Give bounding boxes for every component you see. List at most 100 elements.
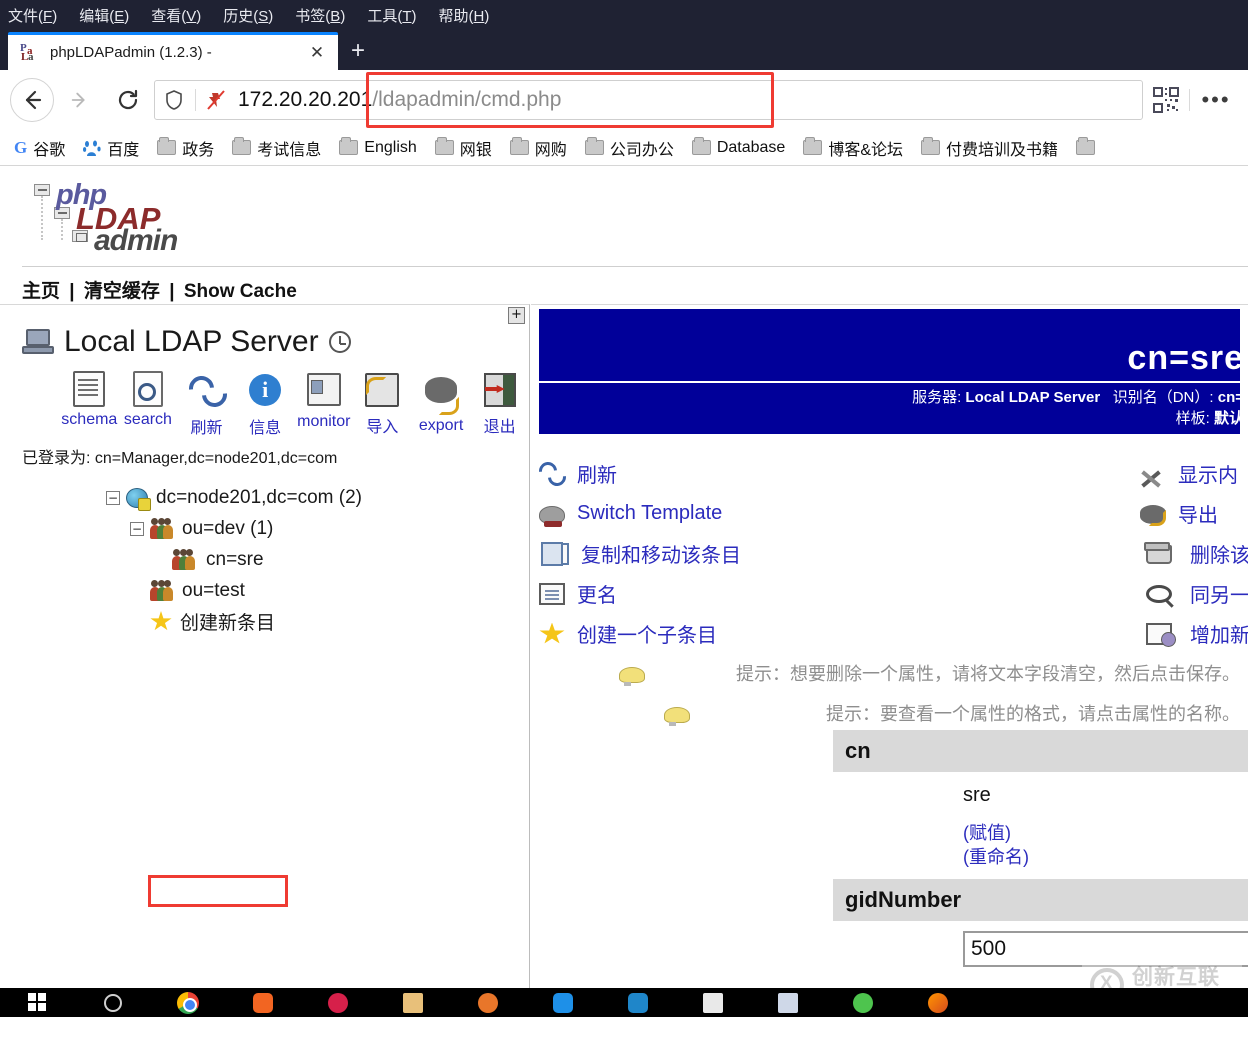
taskbar-teal-app[interactable] [600,988,675,1017]
tree-node-cn-sre[interactable]: cn=sre [0,544,529,575]
taskbar-opera[interactable] [300,988,375,1017]
address-bar-wrapper: 172.20.20.201/ldapadmin/cmd.php [154,72,1143,128]
attributes-list: cn sre (赋值) (重命名) gidNumber [833,730,1248,967]
expand-panel-button[interactable]: + [508,307,525,324]
bookmark-zhengwu[interactable]: 政务 [151,134,220,162]
bookmark-google[interactable]: G 谷歌 [8,134,71,162]
folder-icon [402,992,423,1013]
bookmark-label: 百度 [107,141,140,159]
new-tab-button[interactable]: + [338,32,378,70]
toolbar-label: 导入 [366,419,399,436]
toolbar-schema[interactable]: schema [60,371,119,438]
bookmark-gongsibangong[interactable]: 公司办公 [579,134,680,162]
folder-icon [157,137,177,155]
action-refresh[interactable]: 刷新 [539,453,1240,493]
back-button[interactable] [10,78,54,122]
attribute-name[interactable]: cn [833,730,1248,772]
attribute-name[interactable]: gidNumber [833,879,1248,921]
shield-icon[interactable] [165,90,185,110]
collapse-toggle-icon[interactable]: − [130,521,144,536]
more-menu-button[interactable]: ••• [1194,87,1238,113]
nav-home[interactable]: 主页 [22,281,60,302]
collapse-toggle-icon[interactable]: − [106,490,120,505]
toolbar-import[interactable]: 导入 [353,371,412,438]
taskbar-file-explorer[interactable] [375,988,450,1017]
bookmark-wangyin[interactable]: 网银 [429,134,498,162]
action-copy-move-entry[interactable]: 复制和移动该条目 [539,533,1240,573]
reload-button[interactable] [106,78,150,122]
action-rename[interactable]: 更名 [539,573,1240,613]
taskbar-orange-app[interactable] [225,988,300,1017]
firefox-icon [927,992,948,1013]
taskbar-chrome[interactable] [150,988,225,1017]
attribute-link-rename[interactable]: (重命名) [963,845,1248,869]
bookmark-database[interactable]: Database [686,137,792,159]
toolbar-info[interactable]: i 信息 [236,371,295,438]
action-label: 显示内 [1178,464,1238,487]
bookmark-english[interactable]: English [333,137,422,159]
action-label: 复制和移动该条目 [581,544,741,567]
toolbar-search[interactable]: search [119,371,178,438]
browser-menu-bar: 文件(F) 编辑(E) 查看(V) 历史(S) 书签(B) 工具(T) 帮助(H… [0,0,1248,30]
action-create-child-entry[interactable]: 创建一个子条目 [539,613,1240,653]
menu-bookmarks[interactable]: 书签(B) [295,5,345,26]
action-show-internal-attributes[interactable]: 显示内 [1140,453,1248,493]
toolbar-export[interactable]: export [412,371,471,438]
start-button[interactable] [0,988,75,1017]
qr-code-icon[interactable] [1147,87,1185,113]
tree-node-root[interactable]: − dc=node201,dc=com (2) [0,482,529,513]
clock-icon[interactable] [328,331,351,353]
template-value: 默认 [1213,410,1244,427]
taskbar-wechat[interactable] [825,988,900,1017]
tree-node-ou-dev[interactable]: − ou=dev (1) [0,513,529,544]
permissions-blocked-icon[interactable] [206,89,228,111]
template-icon [539,506,565,527]
action-delete-entry[interactable]: 删除该 [1140,533,1248,573]
action-export[interactable]: 导出 [1140,493,1248,533]
toolbar-logout[interactable]: 退出 [470,371,529,438]
forward-button[interactable] [58,78,102,122]
folder-icon [509,137,529,155]
taskbar-blue-app[interactable] [525,988,600,1017]
action-add-new-attribute[interactable]: 增加新 [1140,613,1248,653]
bookmark-overflow[interactable] [1070,137,1101,157]
tools-icon [1140,463,1166,485]
tab-phpldapadmin[interactable]: PaLa phpLDAPadmin (1.2.3) - ✕ [8,32,338,70]
action-compare-with-another[interactable]: 同另一 [1140,573,1248,613]
taskbar-remote-desktop[interactable] [750,988,825,1017]
folder-icon [691,137,711,155]
divider [1189,89,1190,111]
bookmark-fufeipeixun[interactable]: 付费培训及书籍 [915,134,1064,162]
monitor-icon [306,373,341,406]
toolbar-refresh[interactable]: 刷新 [177,371,236,438]
phpldapadmin-logo: php LDAP admin [22,179,182,257]
tree-node-label: ou=test [182,579,245,601]
action-switch-template[interactable]: Switch Template [539,493,1240,533]
tab-title: phpLDAPadmin (1.2.3) - [50,44,212,61]
menu-help[interactable]: 帮助(H) [439,5,490,26]
users-icon [150,518,174,539]
menu-view[interactable]: 查看(V) [151,5,201,26]
menu-tools[interactable]: 工具(T) [367,5,416,26]
taskbar-search[interactable] [75,988,150,1017]
tree-node-ou-test[interactable]: ou=test [0,575,529,606]
taskbar-firefox[interactable] [900,988,975,1017]
nav-purge-cache[interactable]: 清空缓存 [84,281,160,302]
address-bar[interactable]: 172.20.20.201/ldapadmin/cmd.php [154,80,1143,120]
attribute-link-assign[interactable]: (赋值) [963,821,1248,845]
menu-edit[interactable]: 编辑(E) [79,5,129,26]
tree-node-create-new-entry[interactable]: 创建新条目 [0,606,529,637]
firefox-alt-icon [477,992,498,1013]
nav-show-cache[interactable]: Show Cache [184,281,297,302]
toolbar-monitor[interactable]: monitor [295,371,354,438]
taskbar-notepad[interactable] [675,988,750,1017]
bookmark-wanggou[interactable]: 网购 [504,134,573,162]
bookmark-boke-luntan[interactable]: 博客&论坛 [797,134,909,162]
toolbar-label: search [123,411,172,428]
menu-file[interactable]: 文件(F) [8,5,57,26]
taskbar-firefox-alt[interactable] [450,988,525,1017]
menu-history[interactable]: 历史(S) [223,5,273,26]
bookmark-baidu[interactable]: 百度 [77,134,145,162]
bookmark-kaoshixinxi[interactable]: 考试信息 [226,134,327,162]
close-icon[interactable]: ✕ [304,40,330,66]
